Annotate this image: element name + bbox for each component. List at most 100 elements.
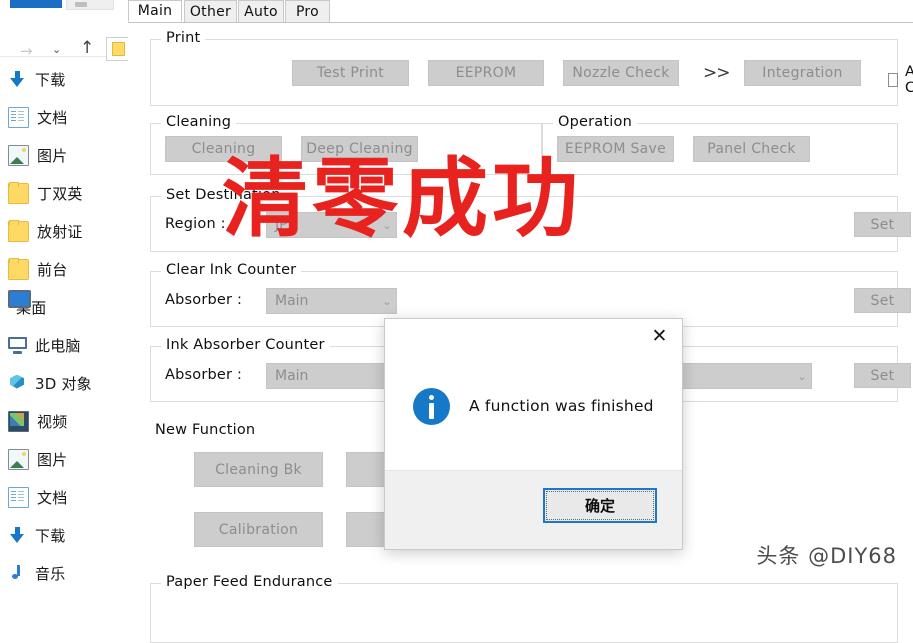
explorer-item-2[interactable]: 图片 (0, 136, 128, 174)
explorer-item-11[interactable]: 文档 (0, 478, 128, 516)
panel-check-button[interactable]: Panel Check (693, 136, 810, 162)
region-combobox[interactable]: JPN ⌄ (266, 212, 397, 238)
explorer-item-6[interactable]: 桌面 (0, 288, 128, 326)
auto-cleaning-checkbox[interactable]: Auto Cleaning (888, 64, 913, 96)
tab-strip: Main Other Auto Pro (128, 0, 913, 23)
info-icon (413, 388, 450, 425)
clear-ink-absorber-combobox[interactable]: Main ⌄ (266, 288, 397, 314)
ink-absorber-counter-group-label: Ink Absorber Counter (161, 337, 330, 353)
explorer-nav-list: 下载文档图片丁双英放射证前台桌面此电脑3D 对象视频图片文档下载音乐桌面本地磁盘… (0, 60, 128, 592)
explorer-item-label: 此电脑 (35, 336, 81, 355)
explorer-item-3[interactable]: 丁双英 (0, 174, 128, 212)
print-group: Print Test Print EEPROM Nozzle Check >> … (150, 30, 913, 106)
music-icon (8, 564, 27, 583)
eeprom-save-button[interactable]: EEPROM Save (557, 136, 674, 162)
explorer-item-label: 放射证 (37, 222, 83, 241)
forward-arrow-icon[interactable]: → (20, 44, 33, 59)
tab-auto[interactable]: Auto (238, 0, 284, 22)
picture-icon (8, 144, 29, 166)
clear-ink-absorber-value: Main (275, 293, 309, 309)
this-pc-icon (8, 336, 27, 355)
address-bar[interactable] (106, 37, 128, 61)
explorer-inactive-tab-strip (66, 0, 114, 10)
clear-ink-absorber-label: Absorber : (165, 292, 243, 308)
region-label: Region : (165, 216, 226, 232)
tab-pro[interactable]: Pro (285, 0, 330, 22)
tab-other[interactable]: Other (184, 0, 237, 22)
explorer-item-label: 前台 (37, 260, 68, 279)
chevron-down-icon[interactable]: ⌄ (52, 44, 61, 55)
chevron-down-icon[interactable]: ⌄ (378, 219, 396, 232)
ink-absorber-label: Absorber : (165, 367, 243, 383)
info-icon-dot (429, 395, 434, 400)
dialog-message: A function was finished (469, 397, 654, 415)
tab-main[interactable]: Main (128, 0, 182, 22)
integration-button[interactable]: Integration (744, 60, 861, 86)
ink-absorber-combobox[interactable]: Main ⌄ (266, 363, 397, 389)
set-destination-group-label: Set Destination (161, 187, 286, 203)
set-destination-set-button[interactable]: Set (854, 212, 911, 237)
explorer-item-label: 文档 (37, 108, 68, 127)
explorer-item-label: 3D 对象 (35, 374, 92, 393)
cleaning-button[interactable]: Cleaning (165, 136, 282, 162)
operation-group-label: Operation (553, 114, 637, 130)
auto-cleaning-label: Auto Cleaning (904, 64, 913, 96)
new-function-label: New Function (155, 422, 256, 438)
set-destination-group: Set Destination Region : JPN ⌄ Set (150, 187, 911, 252)
ink-absorber-value: Main (275, 368, 309, 384)
cleaning-group-label: Cleaning (161, 114, 237, 130)
close-icon[interactable]: ✕ (637, 319, 682, 353)
dialog-titlebar: ✕ (385, 319, 682, 361)
video-icon (8, 410, 29, 432)
credit-watermark: 头条 @DIY68 (756, 544, 897, 568)
ink-absorber-counter-set-button[interactable]: Set (854, 363, 911, 388)
explorer-item-13[interactable]: 音乐 (0, 554, 128, 592)
explorer-item-label: 视频 (37, 412, 68, 431)
ok-button[interactable]: 确定 (543, 488, 657, 523)
dialog-body: A function was finished (385, 361, 682, 471)
explorer-item-5[interactable]: 前台 (0, 250, 128, 288)
chevron-down-icon[interactable]: ⌄ (793, 370, 811, 383)
ink-absorber-percent-combobox[interactable]: ⌄ (680, 363, 812, 389)
explorer-item-label: 音乐 (35, 564, 66, 583)
document-icon (8, 486, 29, 508)
explorer-item-12[interactable]: 下载 (0, 516, 128, 554)
download-icon (8, 70, 27, 89)
explorer-item-label: 图片 (37, 450, 68, 469)
explorer-item-9[interactable]: 视频 (0, 402, 128, 440)
dialog-footer: 确定 (385, 470, 682, 549)
deep-cleaning-button[interactable]: Deep Cleaning (301, 136, 418, 162)
cleaning-bk-button[interactable]: Cleaning Bk (194, 452, 323, 487)
calibration-button[interactable]: Calibration (194, 512, 323, 547)
explorer-item-7[interactable]: 此电脑 (0, 326, 128, 364)
download-icon (8, 526, 27, 545)
folder-icon (8, 219, 29, 242)
explorer-item-0[interactable]: 下载 (0, 60, 128, 98)
explorer-item-1[interactable]: 文档 (0, 98, 128, 136)
test-print-button[interactable]: Test Print (292, 60, 409, 86)
up-arrow-icon[interactable]: ↑ (80, 40, 94, 57)
folder-icon (8, 257, 29, 280)
desktop-icon (8, 290, 31, 308)
checkbox-box-icon[interactable] (888, 73, 898, 87)
eeprom-button[interactable]: EEPROM (428, 60, 544, 86)
explorer-item-label: 下载 (35, 70, 66, 89)
more-arrows-icon[interactable]: >> (703, 63, 730, 83)
explorer-navigation-bar: → ⌄ ↑ (0, 16, 128, 61)
print-group-label: Print (161, 30, 206, 46)
explorer-item-8[interactable]: 3D 对象 (0, 364, 128, 402)
explorer-active-tab-strip (10, 0, 62, 8)
explorer-item-10[interactable]: 图片 (0, 440, 128, 478)
nozzle-check-button[interactable]: Nozzle Check (563, 60, 679, 86)
paper-feed-endurance-group-label: Paper Feed Endurance (161, 574, 338, 590)
file-explorer-sidebar: → ⌄ ↑ 下载 文档 图片 丁双英 放射证 前台 桌面 此电脑 3D 对象 视频 图片 文档 下载 音乐… (0, 0, 129, 592)
info-icon-stem (429, 403, 434, 419)
3d-objects-icon (8, 374, 27, 393)
document-icon (8, 106, 29, 128)
message-dialog: ✕ A function was finished 确定 (384, 318, 683, 550)
chevron-down-icon[interactable]: ⌄ (378, 295, 396, 308)
explorer-item-label: 下载 (35, 526, 66, 545)
paper-feed-endurance-group: Paper Feed Endurance (150, 574, 898, 643)
explorer-item-4[interactable]: 放射证 (0, 212, 128, 250)
clear-ink-counter-set-button[interactable]: Set (854, 288, 911, 313)
